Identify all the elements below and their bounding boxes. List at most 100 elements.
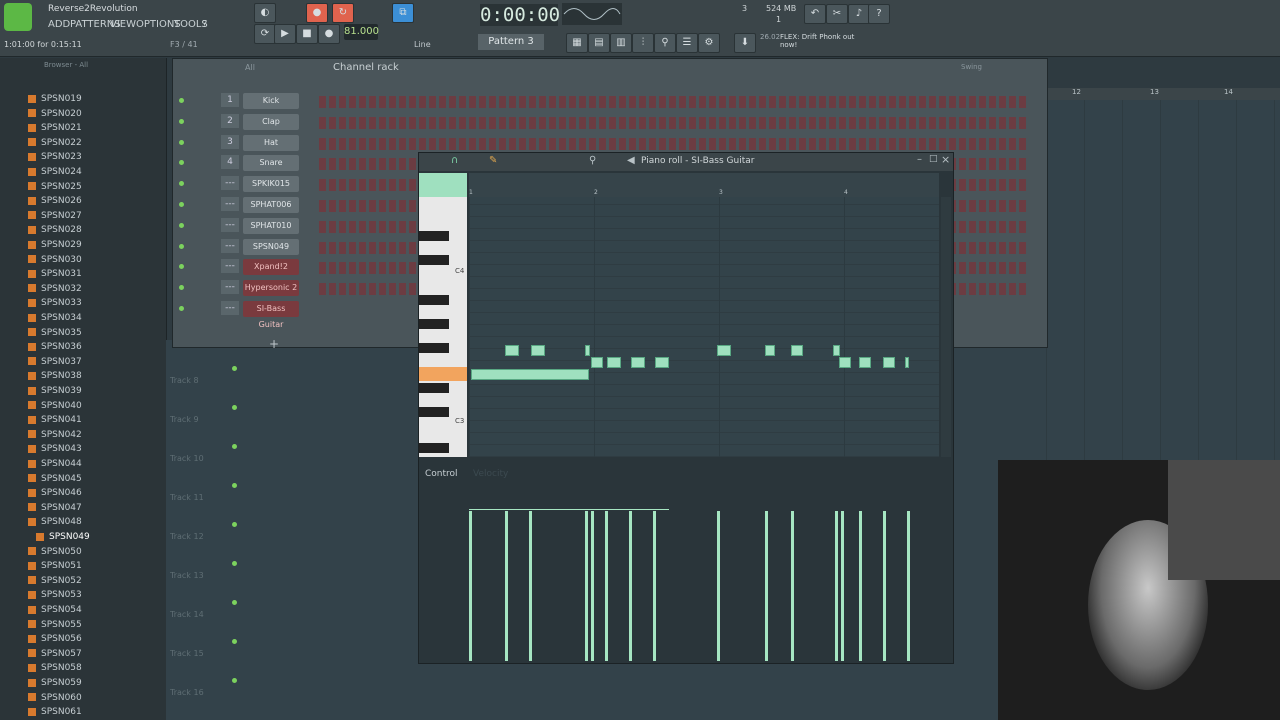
play-button[interactable]: ▶	[274, 24, 296, 44]
browser-item[interactable]: SPSN027	[28, 209, 82, 223]
velocity-bar[interactable]	[907, 511, 910, 661]
loop-record-button[interactable]: ↻	[332, 3, 354, 23]
channel-mixer-track[interactable]: ---	[221, 238, 239, 253]
track-mute-led[interactable]	[232, 600, 237, 605]
channel-mute-led[interactable]	[179, 160, 184, 166]
maximize-icon[interactable]: □	[929, 154, 938, 164]
track-label[interactable]: Track 12	[170, 532, 204, 541]
browser-item[interactable]: SPSN030	[28, 253, 82, 267]
browser-item[interactable]: SPSN032	[28, 282, 82, 296]
velocity-bar[interactable]	[717, 511, 720, 661]
velocity-bar[interactable]	[859, 511, 862, 661]
track-mute-led[interactable]	[232, 561, 237, 566]
channel-mixer-track[interactable]: 1	[221, 93, 239, 107]
channel-mute-led[interactable]	[179, 222, 184, 228]
browser-item[interactable]: SPSN057	[28, 647, 82, 661]
download-icon[interactable]: ⬇	[734, 33, 756, 53]
record-button[interactable]: ●	[318, 24, 340, 44]
channel-mixer-track[interactable]: ---	[221, 280, 239, 295]
browser-item[interactable]: SPSN029	[28, 238, 82, 252]
velocity-bar[interactable]	[529, 511, 532, 661]
note[interactable]	[765, 345, 775, 356]
browser-item[interactable]: SPSN043	[28, 442, 82, 456]
track-mute-led[interactable]	[232, 522, 237, 527]
snap-selector[interactable]: Line	[414, 40, 431, 49]
note[interactable]	[655, 357, 669, 368]
browser-item[interactable]: SPSN020	[28, 107, 82, 121]
track-label[interactable]: Track 13	[170, 571, 204, 580]
channel-mute-led[interactable]	[179, 181, 184, 187]
piano-roll-icon[interactable]: ▤	[588, 33, 610, 53]
browser-item[interactable]: SPSN060	[28, 691, 82, 705]
channel-mute-led[interactable]	[179, 98, 184, 103]
control-lane[interactable]: Control Velocity	[419, 465, 953, 663]
plugin-picker-icon[interactable]: ⚲	[654, 33, 676, 53]
channel-name-button[interactable]: SI-Bass Guitar	[243, 301, 299, 329]
track-label[interactable]: Track 15	[170, 649, 204, 658]
channel-mixer-track[interactable]: ---	[221, 217, 239, 232]
step-sequencer[interactable]	[319, 96, 1029, 108]
browser-item[interactable]: SPSN035	[28, 326, 82, 340]
pencil-icon[interactable]: ✎	[489, 155, 497, 166]
tempo-display[interactable]: 81.000	[344, 24, 379, 40]
track-label[interactable]: Track 10	[170, 454, 204, 463]
browser-item[interactable]: SPSN045	[28, 472, 82, 486]
channel-name-button[interactable]: Hat	[243, 134, 299, 151]
channel-name-button[interactable]: Hypersonic 2	[243, 280, 299, 297]
channel-name-button[interactable]: SPHAT006	[243, 197, 299, 213]
vertical-scrollbar[interactable]	[941, 197, 951, 457]
channel-mixer-track[interactable]: ---	[221, 259, 239, 274]
channel-name-button[interactable]: SPSN049	[243, 238, 299, 255]
record-mode-button[interactable]: ●	[306, 3, 328, 23]
channel-mixer-track[interactable]: ---	[221, 301, 239, 315]
channel-mute-led[interactable]	[179, 306, 184, 311]
browser-item[interactable]: SPSN051	[28, 559, 82, 573]
note[interactable]	[591, 357, 603, 368]
channel-name-button[interactable]: Xpand!2	[243, 259, 299, 276]
mixer-icon[interactable]: ⫶	[632, 33, 654, 53]
browser-item[interactable]: SPSN038	[28, 369, 82, 383]
browser-item[interactable]: SPSN033	[28, 296, 82, 310]
velocity-bar[interactable]	[791, 511, 794, 661]
menu-add[interactable]: ADD	[48, 19, 70, 30]
track-mute-led[interactable]	[232, 405, 237, 410]
browser-item[interactable]: SPSN040	[28, 399, 82, 413]
browser-item[interactable]: SPSN046	[28, 486, 82, 500]
velocity-bar[interactable]	[835, 511, 838, 661]
browser-item[interactable]: SPSN037	[28, 355, 82, 369]
channel-mixer-track[interactable]: ---	[221, 197, 239, 211]
playlist-icon[interactable]: ▦	[566, 33, 588, 53]
velocity-bar[interactable]	[883, 511, 886, 661]
browser-item[interactable]: SPSN034	[28, 311, 82, 325]
note[interactable]	[859, 357, 871, 368]
browser-item[interactable]: SPSN044	[28, 457, 82, 471]
browser-item[interactable]: SPSN025	[28, 180, 82, 194]
plugin-database-icon[interactable]: ⚙	[698, 33, 720, 53]
fl-logo-icon[interactable]	[4, 3, 32, 31]
browser-item[interactable]: SPSN059	[28, 676, 82, 690]
channel-mixer-track[interactable]: 4	[221, 155, 239, 170]
mic-icon[interactable]: ♪	[848, 4, 870, 24]
channel-row[interactable]: 3 Hat	[173, 134, 1047, 153]
speaker-icon[interactable]: ◀	[627, 155, 635, 166]
channel-mute-led[interactable]	[179, 118, 184, 124]
browser-item[interactable]: SPSN049	[36, 530, 90, 544]
channel-mute-led[interactable]	[179, 243, 184, 249]
channel-row[interactable]: 2 Clap	[173, 113, 1047, 132]
channel-name-button[interactable]: Snare	[243, 155, 299, 172]
browser-item[interactable]: SPSN058	[28, 661, 82, 675]
note[interactable]	[717, 345, 731, 356]
browser-item[interactable]: SPSN053	[28, 588, 82, 602]
velocity-bar[interactable]	[841, 511, 844, 661]
browser-item[interactable]: SPSN050	[28, 545, 82, 559]
browser-icon[interactable]: ☰	[676, 33, 698, 53]
channel-name-button[interactable]: SPKIK015	[243, 176, 299, 193]
channel-mixer-track[interactable]: ---	[221, 176, 239, 191]
track-label[interactable]: Track 14	[170, 610, 204, 619]
channel-name-button[interactable]: Clap	[243, 113, 299, 130]
note-grid[interactable]	[469, 197, 939, 457]
note[interactable]	[631, 357, 645, 368]
track-mute-led[interactable]	[232, 366, 237, 371]
browser-item[interactable]: SPSN048	[28, 515, 82, 529]
channel-mute-led[interactable]	[179, 139, 184, 145]
